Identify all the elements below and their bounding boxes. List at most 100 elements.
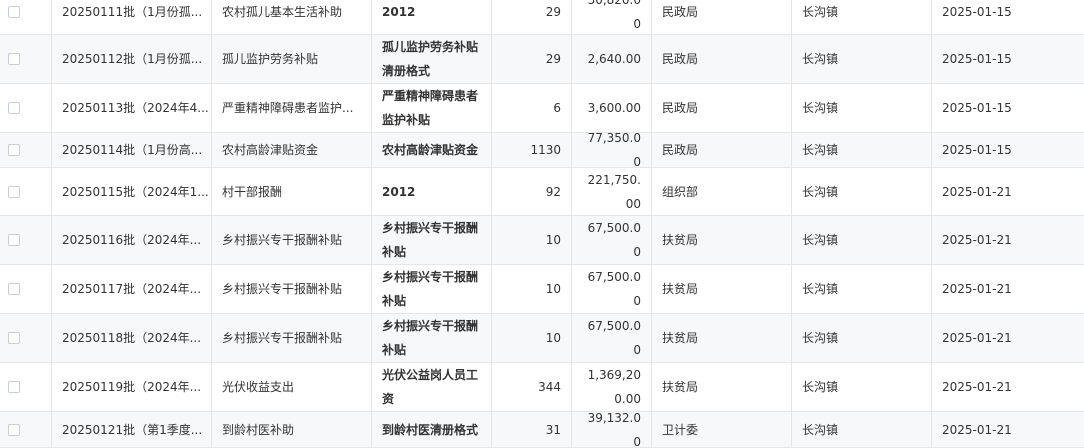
project-cell: 孤儿监护劳务补贴清册格式	[372, 35, 492, 83]
department-cell: 组织部	[652, 168, 792, 215]
row-select-cell	[0, 35, 52, 83]
project-cell: 乡村振兴专干报酬补贴	[372, 265, 492, 313]
count-cell: 10	[492, 314, 572, 362]
date-cell: 2025-01-15	[942, 5, 1012, 19]
count-cell: 1130	[492, 133, 572, 167]
amount-cell: 3,600.00	[572, 84, 652, 132]
department-cell: 民政局	[652, 84, 792, 132]
table-row[interactable]: 20250114批（1月份高... 农村高龄津贴资金 农村高龄津贴资金 1130 77,…	[0, 133, 1084, 168]
data-table: 20250111批（1月份孤... 农村孤儿基本生活补助 2012 29 50,820.…	[0, 0, 1084, 448]
name-cell: 乡村振兴专干报酬补贴	[212, 314, 372, 362]
project-cell: 2012	[372, 0, 492, 34]
row-checkbox[interactable]	[8, 102, 20, 114]
row-checkbox[interactable]	[8, 332, 20, 344]
batch-cell: 20250112批（1月份孤...	[52, 35, 212, 83]
count-cell: 29	[492, 35, 572, 83]
department-cell: 民政局	[652, 35, 792, 83]
name-cell: 村干部报酬	[212, 168, 372, 215]
date-cell: 2025-01-15	[942, 101, 1012, 115]
row-checkbox[interactable]	[8, 185, 20, 198]
batch-cell: 20250115批（2024年1...	[52, 168, 212, 215]
amount-cell: 221,750.00	[572, 168, 652, 215]
row-select-cell	[0, 84, 52, 132]
project-cell: 光伏公益岗人员工资	[372, 363, 492, 411]
row-select-cell	[0, 412, 52, 447]
name-cell: 乡村振兴专干报酬补贴	[212, 216, 372, 264]
name-cell: 乡村振兴专干报酬补贴	[212, 265, 372, 313]
name-cell: 严重精神障碍患者监护...	[212, 84, 372, 132]
amount-cell: 50,820.00	[572, 0, 652, 34]
amount-cell: 39,132.00	[572, 412, 652, 447]
table-row[interactable]: 20250112批（1月份孤... 孤儿监护劳务补贴 孤儿监护劳务补贴清册格式 29 2…	[0, 35, 1084, 84]
amount-cell: 67,500.00	[572, 216, 652, 264]
count-cell: 92	[492, 168, 572, 215]
town-cell: 长沟镇	[792, 314, 932, 362]
town-cell: 长沟镇	[792, 84, 932, 132]
table-row[interactable]: 20250115批（2024年1... 村干部报酬 2012 92 221,750.00…	[0, 168, 1084, 216]
batch-cell: 20250111批（1月份孤...	[52, 0, 212, 34]
project-cell: 到龄村医清册格式	[372, 412, 492, 447]
row-select-cell	[0, 314, 52, 362]
amount-cell: 1,369,200.00	[572, 363, 652, 411]
amount-cell: 2,640.00	[572, 35, 652, 83]
row-checkbox[interactable]	[8, 6, 20, 18]
batch-cell: 20250113批（2024年4...	[52, 84, 212, 132]
row-select-cell	[0, 265, 52, 313]
amount-cell: 67,500.00	[572, 265, 652, 313]
department-cell: 扶贫局	[652, 216, 792, 264]
row-checkbox[interactable]	[8, 234, 20, 246]
date-cell: 2025-01-21	[942, 380, 1012, 394]
project-cell: 乡村振兴专干报酬补贴	[372, 216, 492, 264]
row-checkbox[interactable]	[8, 144, 20, 156]
table-row[interactable]: 20250118批（2024年... 乡村振兴专干报酬补贴 乡村振兴专干报酬补贴 10…	[0, 314, 1084, 363]
date-cell: 2025-01-15	[942, 143, 1012, 157]
batch-cell: 20250118批（2024年...	[52, 314, 212, 362]
row-select-cell	[0, 0, 52, 34]
row-select-cell	[0, 363, 52, 411]
table-row[interactable]: 20250117批（2024年... 乡村振兴专干报酬补贴 乡村振兴专干报酬补贴 10…	[0, 265, 1084, 314]
row-select-cell	[0, 168, 52, 215]
town-cell: 长沟镇	[792, 35, 932, 83]
department-cell: 民政局	[652, 0, 792, 34]
town-cell: 长沟镇	[792, 363, 932, 411]
department-cell: 扶贫局	[652, 314, 792, 362]
date-cell: 2025-01-21	[942, 282, 1012, 296]
count-cell: 10	[492, 265, 572, 313]
name-cell: 到龄村医补助	[212, 412, 372, 447]
name-cell: 农村孤儿基本生活补助	[212, 0, 372, 34]
town-cell: 长沟镇	[792, 168, 932, 215]
row-checkbox[interactable]	[8, 53, 20, 65]
row-checkbox[interactable]	[8, 283, 20, 295]
date-cell: 2025-01-21	[942, 422, 1012, 437]
count-cell: 10	[492, 216, 572, 264]
town-cell: 长沟镇	[792, 133, 932, 167]
department-cell: 民政局	[652, 133, 792, 167]
row-select-cell	[0, 133, 52, 167]
table-row[interactable]: 20250111批（1月份孤... 农村孤儿基本生活补助 2012 29 50,820.…	[0, 0, 1084, 35]
date-cell: 2025-01-21	[942, 184, 1012, 199]
batch-cell: 20250119批（2024年...	[52, 363, 212, 411]
department-cell: 卫计委	[652, 412, 792, 447]
batch-cell: 20250121批（第1季度...	[52, 412, 212, 447]
batch-cell: 20250114批（1月份高...	[52, 133, 212, 167]
batch-cell: 20250117批（2024年...	[52, 265, 212, 313]
table-row[interactable]: 20250116批（2024年... 乡村振兴专干报酬补贴 乡村振兴专干报酬补贴 10…	[0, 216, 1084, 265]
batch-cell: 20250116批（2024年...	[52, 216, 212, 264]
department-cell: 扶贫局	[652, 363, 792, 411]
table-row[interactable]: 20250113批（2024年4... 严重精神障碍患者监护... 严重精神障碍患者…	[0, 84, 1084, 133]
count-cell: 29	[492, 0, 572, 34]
row-checkbox[interactable]	[8, 423, 20, 436]
town-cell: 长沟镇	[792, 216, 932, 264]
project-cell: 严重精神障碍患者监护补贴	[372, 84, 492, 132]
count-cell: 6	[492, 84, 572, 132]
count-cell: 31	[492, 412, 572, 447]
row-checkbox[interactable]	[8, 381, 20, 393]
amount-cell: 67,500.00	[572, 314, 652, 362]
date-cell: 2025-01-21	[942, 233, 1012, 247]
table-row[interactable]: 20250119批（2024年... 光伏收益支出 光伏公益岗人员工资 344 1,36…	[0, 363, 1084, 412]
name-cell: 光伏收益支出	[212, 363, 372, 411]
town-cell: 长沟镇	[792, 0, 932, 34]
table-row[interactable]: 20250121批（第1季度... 到龄村医补助 到龄村医清册格式 31 39,132.…	[0, 412, 1084, 448]
name-cell: 孤儿监护劳务补贴	[212, 35, 372, 83]
date-cell: 2025-01-15	[942, 52, 1012, 66]
